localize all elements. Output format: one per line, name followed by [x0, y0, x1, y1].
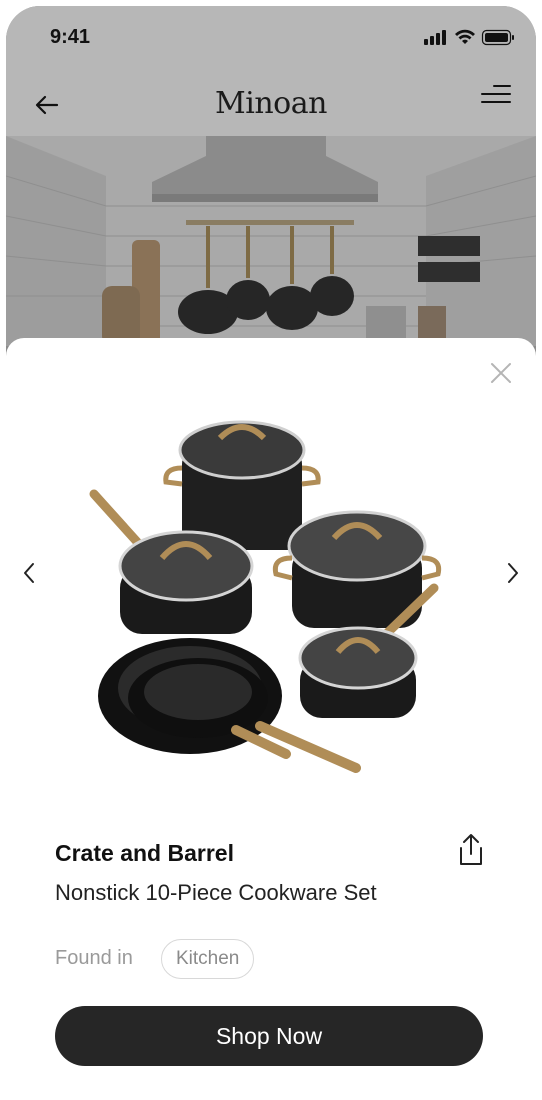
share-icon — [460, 834, 482, 865]
product-brand: Crate and Barrel — [55, 840, 234, 866]
status-icons — [424, 28, 516, 46]
previous-image-button[interactable] — [14, 558, 44, 588]
found-in-label: Found in — [55, 947, 133, 969]
product-image — [86, 408, 466, 788]
wifi-icon — [455, 29, 475, 44]
chevron-left-icon — [24, 563, 34, 583]
close-icon — [491, 363, 511, 383]
product-sheet: Crate and Barrel Nonstick 10-Piece Cookw… — [6, 338, 536, 1100]
menu-button[interactable] — [480, 82, 512, 110]
hero-image — [6, 136, 536, 346]
share-button[interactable] — [454, 832, 488, 868]
status-bar: 9:41 — [6, 6, 536, 66]
app-header: Minoan — [6, 66, 536, 142]
close-button[interactable] — [486, 358, 516, 388]
chevron-right-icon — [508, 563, 518, 583]
cookware-set-image — [89, 420, 442, 773]
room-tag-kitchen[interactable]: Kitchen — [161, 939, 255, 979]
shop-now-button[interactable]: Shop Now — [55, 1006, 483, 1066]
phone-frame: 9:41 Minoan Crate and Barrel Nonstick 10… — [6, 6, 536, 1100]
battery-icon — [481, 29, 514, 46]
status-time: 9:41 — [50, 26, 91, 48]
kitchen-photo — [6, 136, 536, 346]
next-image-button[interactable] — [498, 558, 528, 588]
signal-icon — [424, 30, 446, 45]
product-name: Nonstick 10-Piece Cookware Set — [55, 880, 377, 905]
menu-icon — [481, 85, 511, 103]
brand-logo[interactable]: Minoan — [6, 86, 536, 121]
